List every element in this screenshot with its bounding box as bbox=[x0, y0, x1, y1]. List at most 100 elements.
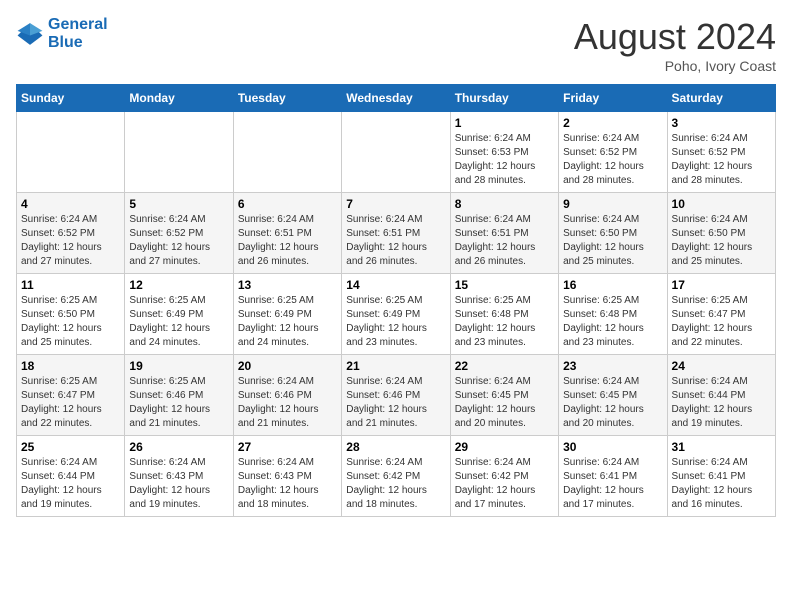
day-info: Sunrise: 6:25 AM Sunset: 6:46 PM Dayligh… bbox=[129, 375, 228, 431]
day-number: 2 bbox=[563, 116, 662, 130]
day-info: Sunrise: 6:24 AM Sunset: 6:50 PM Dayligh… bbox=[563, 213, 662, 269]
calendar-cell: 8 Sunrise: 6:24 AM Sunset: 6:51 PM Daylig… bbox=[450, 193, 558, 274]
calendar-week-row: 25 Sunrise: 6:24 AM Sunset: 6:44 PM Dayli… bbox=[17, 436, 776, 517]
day-info: Sunrise: 6:24 AM Sunset: 6:41 PM Dayligh… bbox=[672, 456, 771, 512]
calendar-cell bbox=[17, 112, 125, 193]
day-info: Sunrise: 6:24 AM Sunset: 6:45 PM Dayligh… bbox=[455, 375, 554, 431]
calendar-week-row: 4 Sunrise: 6:24 AM Sunset: 6:52 PM Daylig… bbox=[17, 193, 776, 274]
calendar-cell: 16 Sunrise: 6:25 AM Sunset: 6:48 PM Dayli… bbox=[559, 274, 667, 355]
day-number: 11 bbox=[21, 278, 120, 292]
day-number: 6 bbox=[238, 197, 337, 211]
calendar-cell: 21Sunrise: 6:24 AM Sunset: 6:46 PM Dayli… bbox=[342, 355, 450, 436]
day-info: Sunrise: 6:24 AM Sunset: 6:42 PM Dayligh… bbox=[455, 456, 554, 512]
calendar-cell: 25 Sunrise: 6:24 AM Sunset: 6:44 PM Dayli… bbox=[17, 436, 125, 517]
calendar-table: SundayMondayTuesdayWednesdayThursdayFrid… bbox=[16, 84, 776, 517]
day-info: Sunrise: 6:24 AM Sunset: 6:45 PM Dayligh… bbox=[563, 375, 662, 431]
day-header-monday: Monday bbox=[125, 85, 233, 112]
calendar-week-row: 1 Sunrise: 6:24 AM Sunset: 6:53 PM Daylig… bbox=[17, 112, 776, 193]
day-header-wednesday: Wednesday bbox=[342, 85, 450, 112]
calendar-cell: 17 Sunrise: 6:25 AM Sunset: 6:47 PM Dayli… bbox=[667, 274, 775, 355]
day-info: Sunrise: 6:25 AM Sunset: 6:48 PM Dayligh… bbox=[563, 294, 662, 350]
day-header-thursday: Thursday bbox=[450, 85, 558, 112]
day-number: 1 bbox=[455, 116, 554, 130]
day-number: 14 bbox=[346, 278, 445, 292]
calendar-week-row: 11 Sunrise: 6:25 AM Sunset: 6:50 PM Dayli… bbox=[17, 274, 776, 355]
day-info: Sunrise: 6:24 AM Sunset: 6:44 PM Dayligh… bbox=[21, 456, 120, 512]
calendar-cell: 12Sunrise: 6:25 AM Sunset: 6:49 PM Dayli… bbox=[125, 274, 233, 355]
calendar-cell: 30Sunrise: 6:24 AM Sunset: 6:41 PM Dayli… bbox=[559, 436, 667, 517]
calendar-cell: 29 Sunrise: 6:24 AM Sunset: 6:42 PM Dayli… bbox=[450, 436, 558, 517]
calendar-cell: 31 Sunrise: 6:24 AM Sunset: 6:41 PM Dayli… bbox=[667, 436, 775, 517]
day-header-friday: Friday bbox=[559, 85, 667, 112]
day-info: Sunrise: 6:25 AM Sunset: 6:48 PM Dayligh… bbox=[455, 294, 554, 350]
day-info: Sunrise: 6:24 AM Sunset: 6:46 PM Dayligh… bbox=[238, 375, 337, 431]
day-number: 27 bbox=[238, 440, 337, 454]
day-number: 24 bbox=[672, 359, 771, 373]
calendar-cell: 13Sunrise: 6:25 AM Sunset: 6:49 PM Dayli… bbox=[233, 274, 341, 355]
day-info: Sunrise: 6:24 AM Sunset: 6:51 PM Dayligh… bbox=[346, 213, 445, 269]
day-info: Sunrise: 6:24 AM Sunset: 6:52 PM Dayligh… bbox=[21, 213, 120, 269]
day-number: 28 bbox=[346, 440, 445, 454]
day-info: Sunrise: 6:24 AM Sunset: 6:41 PM Dayligh… bbox=[563, 456, 662, 512]
day-info: Sunrise: 6:25 AM Sunset: 6:49 PM Dayligh… bbox=[129, 294, 228, 350]
day-number: 4 bbox=[21, 197, 120, 211]
calendar-cell: 11 Sunrise: 6:25 AM Sunset: 6:50 PM Dayli… bbox=[17, 274, 125, 355]
day-info: Sunrise: 6:24 AM Sunset: 6:43 PM Dayligh… bbox=[129, 456, 228, 512]
calendar-cell: 10Sunrise: 6:24 AM Sunset: 6:50 PM Dayli… bbox=[667, 193, 775, 274]
title-block: August 2024 Poho, Ivory Coast bbox=[574, 16, 776, 74]
day-number: 10 bbox=[672, 197, 771, 211]
calendar-cell: 2 Sunrise: 6:24 AM Sunset: 6:52 PM Daylig… bbox=[559, 112, 667, 193]
day-number: 29 bbox=[455, 440, 554, 454]
logo-icon bbox=[16, 20, 44, 48]
calendar-cell: 4 Sunrise: 6:24 AM Sunset: 6:52 PM Daylig… bbox=[17, 193, 125, 274]
calendar-cell: 5 Sunrise: 6:24 AM Sunset: 6:52 PM Daylig… bbox=[125, 193, 233, 274]
day-info: Sunrise: 6:24 AM Sunset: 6:51 PM Dayligh… bbox=[455, 213, 554, 269]
calendar-cell bbox=[233, 112, 341, 193]
day-info: Sunrise: 6:25 AM Sunset: 6:49 PM Dayligh… bbox=[346, 294, 445, 350]
day-info: Sunrise: 6:24 AM Sunset: 6:44 PM Dayligh… bbox=[672, 375, 771, 431]
calendar-header-row: SundayMondayTuesdayWednesdayThursdayFrid… bbox=[17, 85, 776, 112]
calendar-cell: 22 Sunrise: 6:24 AM Sunset: 6:45 PM Dayli… bbox=[450, 355, 558, 436]
calendar-cell: 26 Sunrise: 6:24 AM Sunset: 6:43 PM Dayli… bbox=[125, 436, 233, 517]
day-number: 20 bbox=[238, 359, 337, 373]
day-number: 9 bbox=[563, 197, 662, 211]
calendar-cell: 6 Sunrise: 6:24 AM Sunset: 6:51 PM Daylig… bbox=[233, 193, 341, 274]
day-info: Sunrise: 6:24 AM Sunset: 6:52 PM Dayligh… bbox=[672, 132, 771, 188]
day-number: 5 bbox=[129, 197, 228, 211]
day-number: 18 bbox=[21, 359, 120, 373]
day-number: 8 bbox=[455, 197, 554, 211]
calendar-cell: 19Sunrise: 6:25 AM Sunset: 6:46 PM Dayli… bbox=[125, 355, 233, 436]
day-number: 26 bbox=[129, 440, 228, 454]
day-info: Sunrise: 6:24 AM Sunset: 6:52 PM Dayligh… bbox=[563, 132, 662, 188]
day-info: Sunrise: 6:24 AM Sunset: 6:53 PM Dayligh… bbox=[455, 132, 554, 188]
calendar-cell: 28 Sunrise: 6:24 AM Sunset: 6:42 PM Dayli… bbox=[342, 436, 450, 517]
logo: General Blue bbox=[16, 16, 108, 52]
calendar-cell: 24 Sunrise: 6:24 AM Sunset: 6:44 PM Dayli… bbox=[667, 355, 775, 436]
day-number: 22 bbox=[455, 359, 554, 373]
day-info: Sunrise: 6:24 AM Sunset: 6:46 PM Dayligh… bbox=[346, 375, 445, 431]
day-number: 23 bbox=[563, 359, 662, 373]
page-header: General Blue August 2024 Poho, Ivory Coa… bbox=[16, 16, 776, 74]
day-info: Sunrise: 6:24 AM Sunset: 6:51 PM Dayligh… bbox=[238, 213, 337, 269]
day-info: Sunrise: 6:24 AM Sunset: 6:43 PM Dayligh… bbox=[238, 456, 337, 512]
day-info: Sunrise: 6:25 AM Sunset: 6:47 PM Dayligh… bbox=[21, 375, 120, 431]
calendar-cell: 20 Sunrise: 6:24 AM Sunset: 6:46 PM Dayli… bbox=[233, 355, 341, 436]
day-info: Sunrise: 6:25 AM Sunset: 6:47 PM Dayligh… bbox=[672, 294, 771, 350]
day-info: Sunrise: 6:24 AM Sunset: 6:42 PM Dayligh… bbox=[346, 456, 445, 512]
day-info: Sunrise: 6:25 AM Sunset: 6:50 PM Dayligh… bbox=[21, 294, 120, 350]
calendar-week-row: 18 Sunrise: 6:25 AM Sunset: 6:47 PM Dayli… bbox=[17, 355, 776, 436]
day-number: 3 bbox=[672, 116, 771, 130]
day-info: Sunrise: 6:24 AM Sunset: 6:52 PM Dayligh… bbox=[129, 213, 228, 269]
day-number: 25 bbox=[21, 440, 120, 454]
calendar-cell: 9 Sunrise: 6:24 AM Sunset: 6:50 PM Daylig… bbox=[559, 193, 667, 274]
day-number: 13 bbox=[238, 278, 337, 292]
calendar-subtitle: Poho, Ivory Coast bbox=[574, 58, 776, 74]
day-number: 17 bbox=[672, 278, 771, 292]
day-number: 31 bbox=[672, 440, 771, 454]
calendar-cell: 14 Sunrise: 6:25 AM Sunset: 6:49 PM Dayli… bbox=[342, 274, 450, 355]
day-number: 16 bbox=[563, 278, 662, 292]
day-header-tuesday: Tuesday bbox=[233, 85, 341, 112]
day-number: 7 bbox=[346, 197, 445, 211]
calendar-cell: 23 Sunrise: 6:24 AM Sunset: 6:45 PM Dayli… bbox=[559, 355, 667, 436]
calendar-cell bbox=[125, 112, 233, 193]
